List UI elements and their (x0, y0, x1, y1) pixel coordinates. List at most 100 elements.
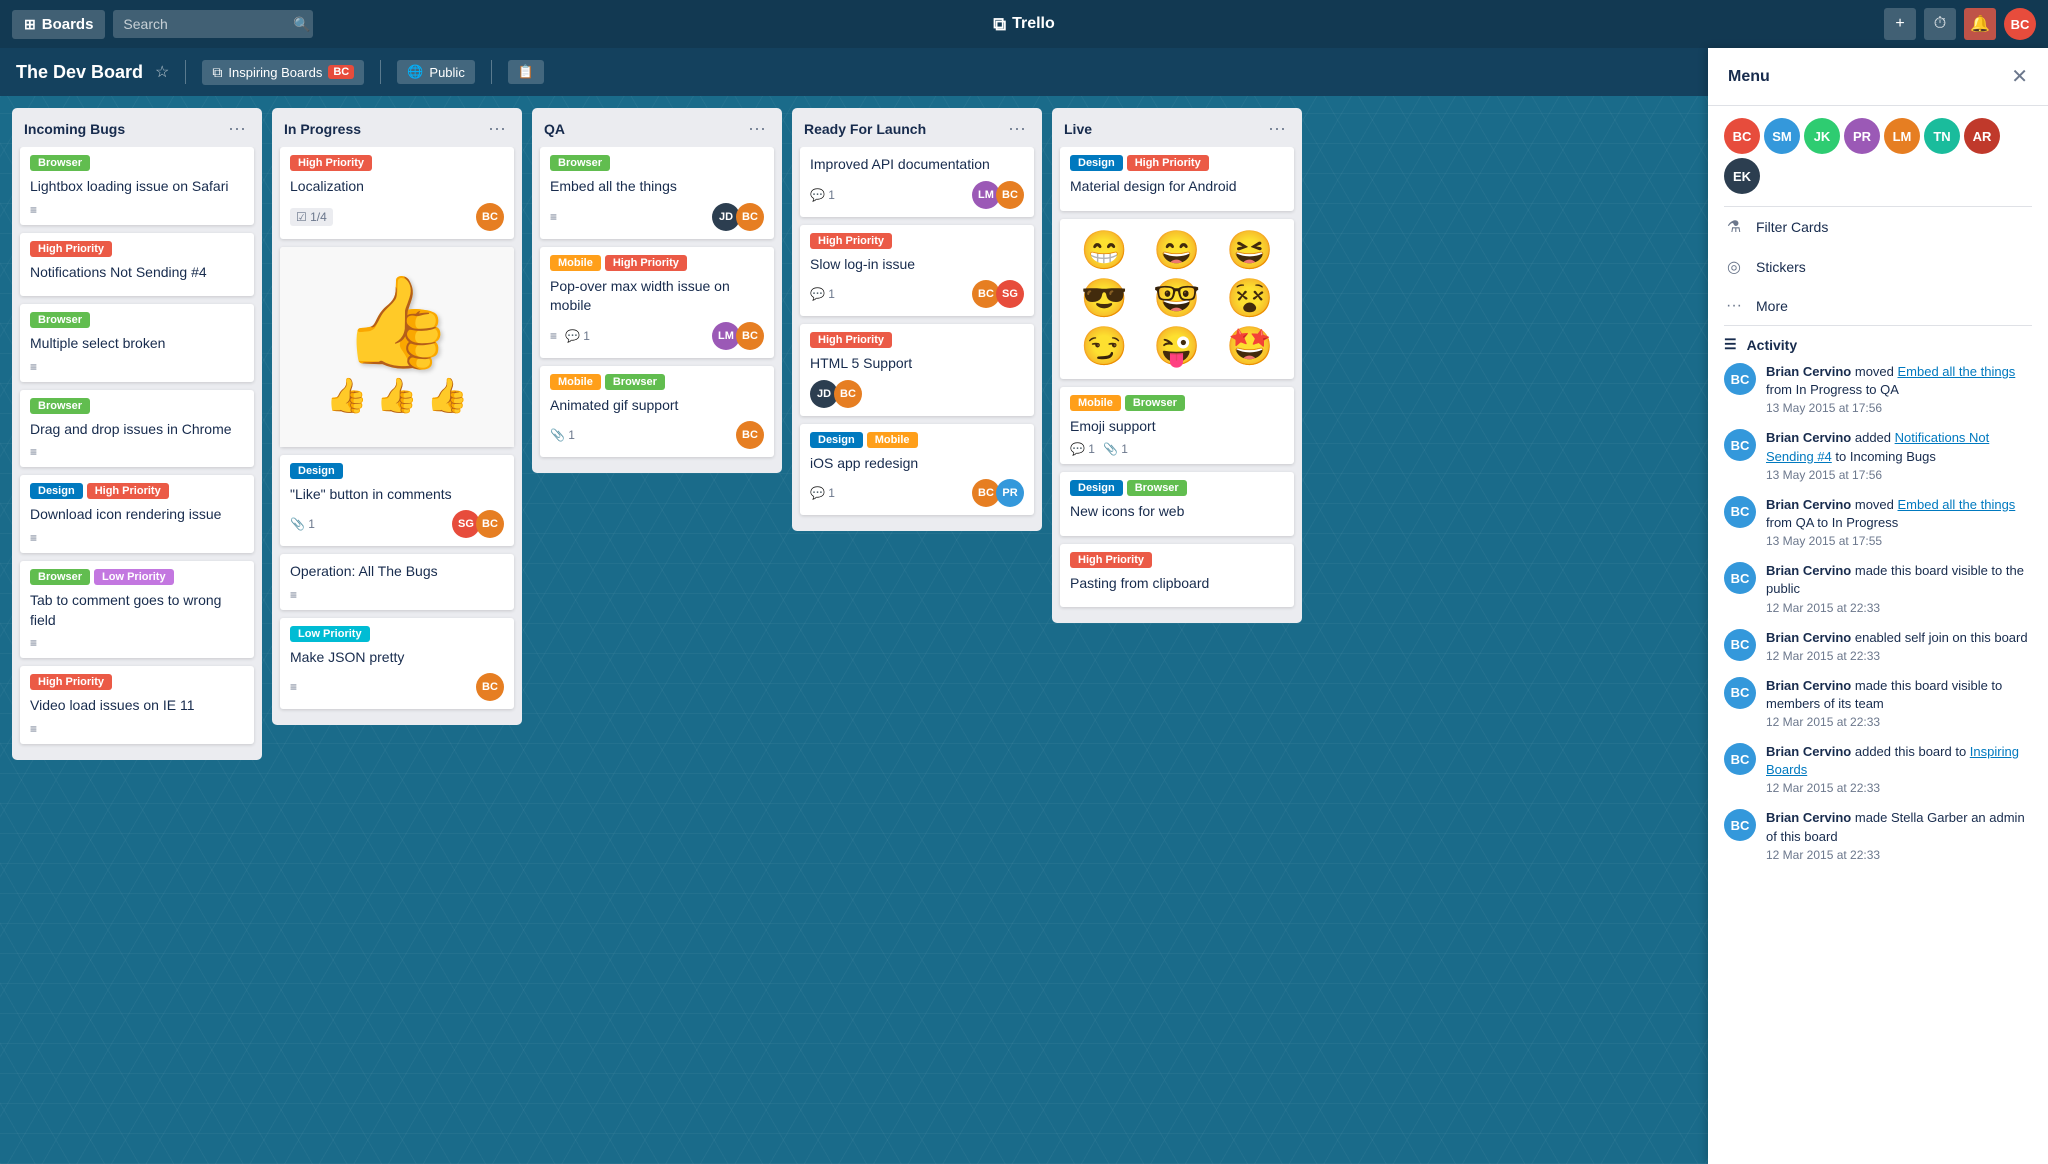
card-meta: ≡ BC (290, 673, 504, 701)
label-design: Design (290, 463, 343, 479)
member-avatar-3[interactable]: JK (1804, 118, 1840, 154)
user-avatar[interactable]: BC (2004, 8, 2036, 40)
member-avatar-2[interactable]: SM (1764, 118, 1800, 154)
card-embed[interactable]: Browser Embed all the things ≡ JD BC (540, 147, 774, 239)
more-icon: ··· (1724, 297, 1744, 315)
list-header-ready: Ready For Launch ··· (792, 108, 1042, 147)
card-meta-left: 📎 1 (550, 428, 575, 442)
label-design: Design (1070, 155, 1123, 171)
card-drag-drop[interactable]: Browser Drag and drop issues in Chrome ≡ (20, 390, 254, 468)
filter-cards-item[interactable]: ⚗ Filter Cards (1708, 207, 2048, 247)
card-popover[interactable]: Mobile High Priority Pop-over max width … (540, 247, 774, 358)
card-download-icon[interactable]: Design High Priority Download icon rende… (20, 475, 254, 553)
comment-badge: 💬 1 (810, 287, 835, 301)
activity-content-7: Brian Cervino added this board to Inspir… (1766, 743, 2032, 795)
card-like-button[interactable]: Design "Like" button in comments 📎 1 SG … (280, 455, 514, 547)
activity-avatar-7: BC (1724, 743, 1756, 775)
avatar-bg: BC (1724, 363, 1756, 395)
timer-button[interactable]: ⏱ (1924, 8, 1956, 40)
card-labels: Mobile Browser (550, 374, 764, 390)
card-new-icons[interactable]: Design Browser New icons for web (1060, 472, 1294, 536)
card-slow-login[interactable]: High Priority Slow log-in issue 💬 1 BC S… (800, 225, 1034, 317)
member-avatar-8[interactable]: EK (1724, 158, 1760, 194)
search-input[interactable] (113, 10, 313, 38)
filter-icon: ⚗ (1724, 217, 1744, 237)
card-material-design[interactable]: Design High Priority Material design for… (1060, 147, 1294, 211)
activity-content-6: Brian Cervino made this board visible to… (1766, 677, 2032, 729)
card-emoji-grid[interactable]: 😁 😄 😆 😎 🤓 😵 😏 😜 🤩 (1060, 219, 1294, 379)
card-meta: 📎 1 BC (550, 421, 764, 449)
card-video-load[interactable]: High Priority Video load issues on IE 11… (20, 666, 254, 744)
panel-close-button[interactable]: ✕ (2011, 64, 2028, 89)
list-menu-button[interactable]: ··· (744, 118, 770, 139)
add-button[interactable]: + (1884, 8, 1916, 40)
card-operation-bugs[interactable]: Operation: All The Bugs ≡ (280, 554, 514, 610)
label-browser: Browser (30, 155, 90, 171)
activity-time-6: 12 Mar 2015 at 22:33 (1766, 715, 2032, 729)
activity-time-3: 13 May 2015 at 17:55 (1766, 534, 2032, 548)
card-meta: ≡ 💬 1 LM BC (550, 322, 764, 350)
member-avatar-1[interactable]: BC (1724, 118, 1760, 154)
label-browser: Browser (1125, 395, 1185, 411)
list-menu-button[interactable]: ··· (224, 118, 250, 139)
member-avatar-7[interactable]: AR (1964, 118, 2000, 154)
list-header-incoming-bugs: Incoming Bugs ··· (12, 108, 262, 147)
member-avatar-5[interactable]: LM (1884, 118, 1920, 154)
card-notifications[interactable]: High Priority Notifications Not Sending … (20, 233, 254, 297)
trello-logo: ⧉ Trello (993, 14, 1055, 35)
activity-avatar-8: BC (1724, 809, 1756, 841)
card-description-icon: ≡ (30, 360, 37, 374)
stickers-item[interactable]: ◎ Stickers (1708, 247, 2048, 287)
card-emoji-support[interactable]: Mobile Browser Emoji support 💬 1 📎 1 (1060, 387, 1294, 465)
member-avatars-row: BC SM JK PR LM TN AR EK (1708, 106, 2048, 206)
list-menu-button[interactable]: ··· (484, 118, 510, 139)
boards-button[interactable]: ⊞ Boards (12, 10, 105, 39)
card-multiple-select[interactable]: Browser Multiple select broken ≡ (20, 304, 254, 382)
activity-text-3: Brian Cervino moved Embed all the things… (1766, 496, 2032, 532)
card-html5[interactable]: High Priority HTML 5 Support JD BC (800, 324, 1034, 416)
list-header-live: Live ··· (1052, 108, 1302, 147)
card-avatars: BC (736, 421, 764, 449)
card-title: Drag and drop issues in Chrome (30, 420, 244, 440)
card-title: Emoji support (1070, 417, 1284, 437)
card-localization[interactable]: High Priority Localization ☑ 1/4 BC (280, 147, 514, 239)
list-menu-button[interactable]: ··· (1004, 118, 1030, 139)
more-item[interactable]: ··· More (1708, 287, 2048, 325)
trello-icon: ⧉ (993, 14, 1006, 35)
card-avatar: BC (476, 673, 504, 701)
list-header-in-progress: In Progress ··· (272, 108, 522, 147)
card-tab-comment[interactable]: Browser Low Priority Tab to comment goes… (20, 561, 254, 658)
board-title[interactable]: The Dev Board (16, 62, 143, 83)
pin-badge: 📎 1 (1103, 442, 1128, 456)
activity-link[interactable]: Embed all the things (1898, 364, 2016, 379)
notifications-button[interactable]: 🔔 (1964, 8, 1996, 40)
activity-item-8: BC Brian Cervino made Stella Garber an a… (1724, 809, 2032, 861)
card-api-docs[interactable]: Improved API documentation 💬 1 LM BC (800, 147, 1034, 217)
list-menu-button[interactable]: ··· (1264, 118, 1290, 139)
card-thumbs-illustration[interactable]: 👍 👍 👍 👍 (280, 247, 514, 447)
card-title: Slow log-in issue (810, 255, 1024, 275)
activity-link[interactable]: Embed all the things (1898, 497, 2016, 512)
share-button[interactable]: 📋 (508, 60, 544, 84)
card-avatar-2: BC (736, 322, 764, 350)
member-avatar-4[interactable]: PR (1844, 118, 1880, 154)
card-clipboard[interactable]: High Priority Pasting from clipboard (1060, 544, 1294, 608)
thumbs-up-big: 👍 (341, 278, 453, 368)
card-lightbox[interactable]: Browser Lightbox loading issue on Safari… (20, 147, 254, 225)
panel-title: Menu (1728, 68, 1770, 86)
board-team[interactable]: ⧉ Inspiring Boards BC (202, 60, 364, 85)
card-ios-redesign[interactable]: Design Mobile iOS app redesign 💬 1 BC PR (800, 424, 1034, 516)
card-animated-gif[interactable]: Mobile Browser Animated gif support 📎 1 … (540, 366, 774, 458)
card-labels: Mobile Browser (1070, 395, 1284, 411)
board-visibility[interactable]: 🌐 Public (397, 60, 475, 84)
globe-icon: 🌐 (407, 64, 423, 80)
star-icon[interactable]: ☆ (155, 62, 169, 82)
activity-item-3: BC Brian Cervino moved Embed all the thi… (1724, 496, 2032, 548)
member-avatar-6[interactable]: TN (1924, 118, 1960, 154)
label-high-priority: High Priority (30, 674, 112, 690)
card-labels: High Priority (30, 241, 244, 257)
card-avatar-2: BC (736, 203, 764, 231)
list-incoming-bugs: Incoming Bugs ··· Browser Lightbox loadi… (12, 108, 262, 760)
card-json-pretty[interactable]: Low Priority Make JSON pretty ≡ BC (280, 618, 514, 710)
activity-icon: ☰ (1724, 336, 1737, 353)
